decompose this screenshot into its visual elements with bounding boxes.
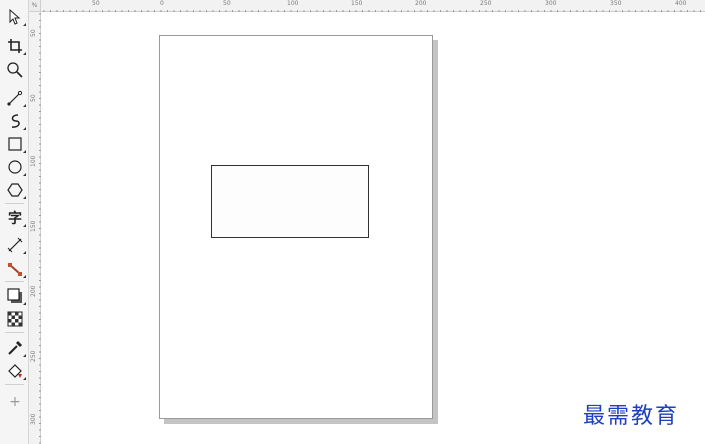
text-tool-icon: 字 — [8, 210, 22, 227]
horizontal-ruler-ticks — [30, 10, 701, 12]
ruler-label: 300 — [30, 413, 37, 425]
watermark-logo: 最需教育 — [583, 404, 680, 429]
ruler-label: 50 — [223, 0, 231, 7]
horizontal-ruler[interactable]: 50 0 50 100 150 200 250 300 350 400 — [29, 0, 705, 12]
rectangle-tool-button[interactable] — [3, 133, 27, 154]
ruler-origin[interactable]: % — [29, 0, 41, 12]
interactive-fill-tool-button[interactable] — [3, 360, 27, 381]
ruler-label: 350 — [610, 0, 622, 7]
add-tool-button[interactable]: + — [3, 391, 27, 412]
interactive-fill-tool-icon — [8, 363, 22, 378]
ruler-label: 400 — [675, 0, 687, 7]
polygon-tool-button[interactable] — [3, 179, 27, 200]
vertical-ruler[interactable]: 50 50 100 150 200 250 300 — [29, 12, 41, 444]
connector-tool-icon — [8, 262, 22, 276]
ellipse-tool-icon — [8, 159, 22, 174]
ruler-label: 100 — [30, 155, 37, 167]
ruler-label: 200 — [30, 285, 37, 297]
ruler-label: 250 — [480, 0, 492, 7]
zoom-tool-icon — [7, 61, 23, 78]
zoom-tool-button[interactable] — [3, 59, 27, 80]
transparency-tool-button[interactable] — [3, 308, 27, 329]
freehand-tool-icon — [7, 90, 23, 106]
drop-shadow-tool-button[interactable] — [3, 285, 27, 306]
ruler-label: 300 — [545, 0, 557, 7]
ruler-label: 50 — [92, 0, 100, 7]
ruler-label: 150 — [351, 0, 363, 7]
eyedropper-tool-button[interactable] — [3, 337, 27, 358]
ruler-label: 150 — [30, 220, 37, 232]
polygon-tool-icon — [7, 182, 23, 197]
ruler-label: 200 — [415, 0, 427, 7]
pick-tool-icon — [9, 8, 21, 25]
pick-tool-button[interactable] — [3, 6, 27, 27]
rectangle-tool-icon — [8, 136, 22, 151]
ruler-label: 250 — [30, 350, 37, 362]
text-tool-button[interactable]: 字 — [3, 207, 27, 228]
transparency-tool-icon — [7, 311, 23, 326]
toolbox: 字 + — [0, 0, 29, 444]
connector-tool-button[interactable] — [3, 258, 27, 279]
artistic-media-tool-button[interactable] — [3, 110, 27, 131]
dimension-tool-button[interactable] — [3, 234, 27, 255]
ruler-label: 100 — [287, 0, 299, 7]
crop-tool-button[interactable] — [3, 35, 27, 56]
ruler-label: 0 — [160, 0, 164, 7]
freehand-tool-button[interactable] — [3, 87, 27, 108]
eyedropper-tool-icon — [8, 340, 22, 355]
plus-icon: + — [9, 393, 21, 410]
dimension-tool-icon — [7, 237, 23, 252]
crop-tool-icon — [8, 38, 22, 53]
artistic-media-icon — [11, 113, 20, 128]
ruler-label: 50 — [30, 94, 37, 102]
drop-shadow-tool-icon — [7, 287, 22, 303]
ellipse-tool-button[interactable] — [3, 156, 27, 177]
ruler-label: 50 — [30, 29, 37, 37]
rectangle-object[interactable] — [211, 165, 369, 238]
